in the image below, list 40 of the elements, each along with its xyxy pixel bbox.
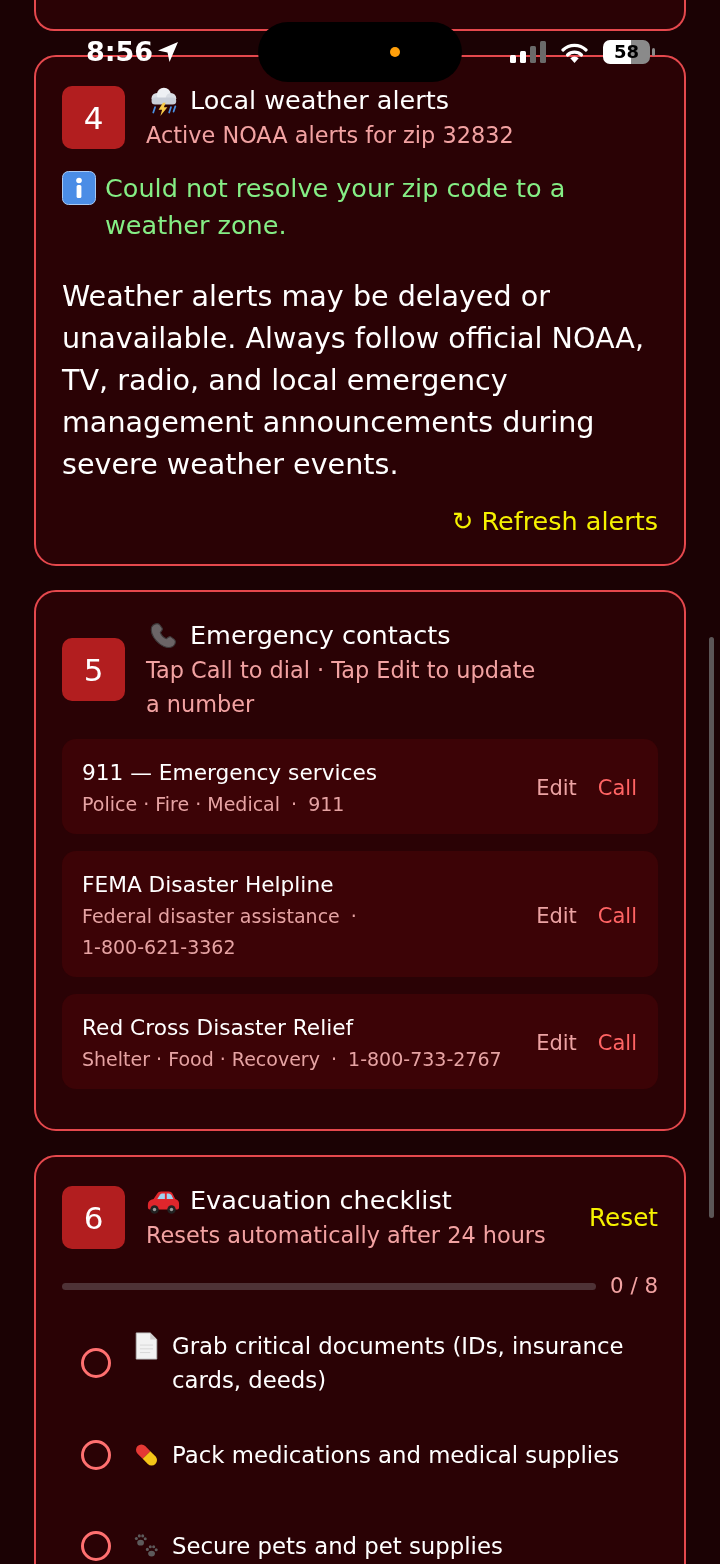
battery-indicator: 58 (603, 40, 655, 64)
checklist-item-label: Secure pets and pet supplies (172, 1531, 503, 1561)
step-number-badge: 4 (62, 86, 125, 149)
contact-name: Red Cross Disaster Relief (82, 1014, 355, 1042)
section-title: Local weather alerts (190, 84, 449, 117)
checkbox[interactable] (81, 1530, 111, 1561)
section-subtitle: Active NOAA alerts for zip 32832 (146, 121, 514, 150)
wifi-icon (561, 41, 588, 63)
notice-text: Could not resolve your zip code to a weather zone. (105, 172, 567, 242)
scrollbar-thumb[interactable] (709, 637, 714, 1218)
checklist-item-label: Grab critical documents (IDs, insurance cards, deeds) (172, 1332, 625, 1395)
section-subtitle: Tap Call to dial · Tap Edit to update a number (146, 656, 537, 719)
call-button[interactable]: Call (597, 900, 637, 931)
contact-details: Federal disaster assistance · 1-800-621-3362 (82, 904, 358, 960)
step-number-badge: 6 (62, 1186, 125, 1249)
call-button[interactable]: Call (597, 773, 637, 803)
section-title: Evacuation checklist (190, 1184, 452, 1217)
info-icon (62, 171, 96, 205)
checklist-item-label: Pack medications and medical supplies (172, 1440, 620, 1470)
section-title: Emergency contacts (190, 619, 451, 652)
step-number-badge: 5 (62, 638, 125, 701)
contact-name: 911 — Emergency services (82, 759, 379, 787)
edit-button[interactable]: Edit (536, 1028, 577, 1058)
disclaimer-text: Weather alerts may be delayed or unavailable. Always follow official NOAA, TV, radio, and local emergency management announcements during severe weather events. (62, 278, 645, 483)
refresh-button[interactable]: ↻ Refresh alerts (451, 503, 658, 539)
edit-button[interactable]: Edit (536, 773, 577, 803)
checkbox[interactable] (81, 1348, 111, 1378)
contact-details: Police · Fire · Medical · 911 (82, 792, 346, 817)
checkbox[interactable] (81, 1439, 111, 1470)
status-dot-icon (390, 47, 400, 57)
document-icon (133, 1332, 160, 1360)
signal-icon (510, 41, 546, 63)
location-arrow-icon (156, 40, 181, 64)
contact-name: FEMA Disaster Helpline (82, 871, 335, 899)
edit-button[interactable]: Edit (536, 900, 577, 931)
progress-count: 0 / 8 (609, 1272, 658, 1300)
reset-button[interactable]: Reset (589, 1200, 658, 1235)
section-subtitle: Resets automatically after 24 hours (146, 1221, 546, 1250)
call-button[interactable]: Call (597, 1028, 637, 1058)
contact-details: Shelter · Food · Recovery · 1-800-733-2767 (82, 1047, 503, 1072)
